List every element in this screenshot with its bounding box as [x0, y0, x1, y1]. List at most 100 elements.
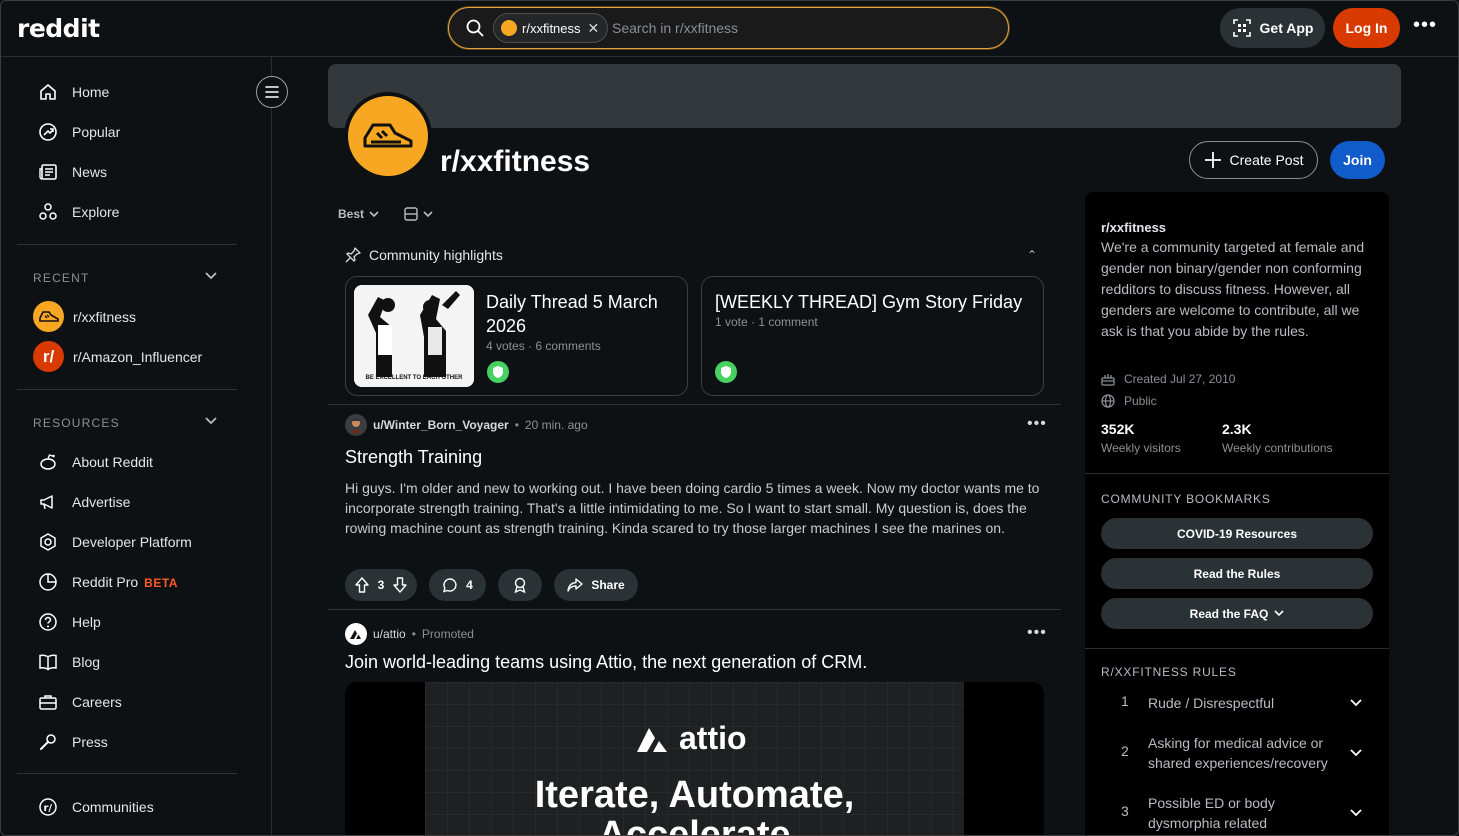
remove-scope-icon[interactable]: ✕ — [588, 20, 600, 37]
join-button[interactable]: Join — [1330, 141, 1385, 179]
rule-item[interactable]: 3 Possible ED or body dysmorphia related — [1101, 793, 1373, 835]
reddit-logo[interactable]: reddit — [17, 14, 100, 43]
ad-headline-2: Accelerate — [598, 814, 791, 836]
post-more-icon[interactable]: ••• — [1027, 624, 1047, 642]
bookmark-covid-button[interactable]: COVID-19 Resources — [1101, 518, 1373, 549]
nav-press[interactable]: Press — [38, 730, 108, 754]
recent-community-label: r/Amazon_Influencer — [73, 348, 203, 365]
create-post-button[interactable]: Create Post — [1189, 141, 1318, 179]
view-dropdown[interactable] — [404, 207, 434, 221]
search-input[interactable]: Search in r/xxfitness — [612, 20, 738, 36]
chevron-down-icon[interactable] — [204, 416, 218, 426]
promoted-author[interactable]: u/attio — [373, 627, 406, 641]
highlight-card[interactable]: [WEEKLY THREAD] Gym Story Friday 1 vote … — [701, 276, 1044, 396]
about-community-panel: r/xxfitness We're a community targeted a… — [1085, 192, 1389, 836]
about-title: r/xxfitness — [1101, 220, 1167, 235]
created-row: Created Jul 27, 2010 — [1101, 372, 1235, 386]
get-app-button[interactable]: Get App — [1220, 8, 1325, 48]
globe-icon — [1101, 394, 1115, 408]
resources-section-label[interactable]: RESOURCES — [33, 416, 120, 430]
subreddit-title: r/xxfitness — [440, 145, 591, 178]
highlight-card[interactable]: BE EXCELLENT TO EACH OTHER Daily Thread … — [345, 276, 688, 396]
community-highlights-label: Community highlights — [369, 247, 503, 263]
developer-icon — [40, 533, 56, 551]
comments-button[interactable]: 4 — [429, 569, 486, 601]
rule-item[interactable]: 1 Rude / Disrespectful — [1101, 693, 1373, 715]
nav-about-reddit[interactable]: About Reddit — [38, 450, 153, 474]
recent-section-label[interactable]: RECENT — [33, 271, 90, 285]
chevron-down-icon — [1274, 610, 1284, 617]
log-in-button[interactable]: Log In — [1333, 8, 1400, 48]
rule-item[interactable]: 2 Asking for medical advice or shared ex… — [1101, 733, 1373, 775]
home-icon — [40, 84, 56, 100]
award-icon — [514, 577, 526, 593]
feed-divider — [328, 404, 1061, 405]
search-scope-label: r/xxfitness — [522, 20, 581, 36]
nav-communities-label: Communities — [72, 799, 154, 815]
search-bar[interactable]: r/xxfitness ✕ Search in r/xxfitness — [448, 7, 1009, 49]
communities-icon: r/ — [39, 798, 57, 816]
chevron-down-icon — [369, 211, 379, 218]
nav-communities[interactable]: r/ Communities — [38, 795, 154, 819]
promoted-image[interactable]: attio Iterate, Automate, Accelerate — [345, 682, 1044, 836]
nav-blog[interactable]: Blog — [38, 650, 100, 674]
post-more-icon[interactable]: ••• — [1027, 415, 1047, 433]
chevron-up-icon[interactable]: ⌃ — [1027, 248, 1037, 262]
weekly-visitors-label: Weekly visitors — [1101, 441, 1181, 455]
megaphone-icon — [40, 495, 53, 510]
weekly-visitors-value: 352K — [1101, 421, 1135, 437]
promoted-post-meta: u/attio • Promoted — [345, 623, 474, 645]
award-button[interactable] — [498, 569, 542, 601]
share-button[interactable]: Share — [554, 569, 638, 601]
sidebar-divider — [17, 244, 237, 245]
bookmark-faq-button[interactable]: Read the FAQ — [1101, 598, 1373, 629]
post-author[interactable]: u/Winter_Born_Voyager — [373, 418, 509, 432]
nav-advertise[interactable]: Advertise — [38, 490, 130, 514]
nav-reddit-pro[interactable]: Reddit Pro BETA — [38, 570, 178, 594]
sneaker-icon — [363, 123, 413, 148]
recent-community-xxfitness[interactable]: r/xxfitness — [33, 301, 136, 332]
nav-careers[interactable]: Careers — [38, 690, 122, 714]
comment-count: 4 — [466, 578, 473, 592]
downvote-icon[interactable] — [392, 577, 408, 593]
sort-dropdown[interactable]: Best — [338, 207, 380, 221]
nav-news[interactable]: News — [38, 160, 107, 184]
nav-help[interactable]: Help — [38, 610, 101, 634]
nav-explore-label: Explore — [72, 204, 120, 220]
attio-brand: attio — [679, 720, 747, 756]
more-options-icon[interactable]: ••• — [1413, 14, 1437, 37]
chevron-down-icon — [1350, 699, 1362, 707]
rule-number: 2 — [1121, 743, 1129, 759]
community-highlights-header[interactable]: Community highlights — [345, 247, 503, 263]
post-title[interactable]: Strength Training — [345, 447, 482, 468]
recent-community-amazon-influencer[interactable]: r/ r/Amazon_Influencer — [33, 341, 202, 372]
sort-label: Best — [338, 207, 365, 221]
nav-explore[interactable]: Explore — [38, 200, 119, 224]
bookmark-label: COVID-19 Resources — [1176, 526, 1298, 541]
subreddit-avatar — [344, 92, 432, 180]
collapse-sidebar-button[interactable] — [256, 76, 288, 108]
mod-shield-icon — [715, 361, 737, 383]
sidebar-divider — [17, 773, 237, 774]
nav-developer-platform[interactable]: Developer Platform — [38, 530, 192, 554]
panel-divider — [1085, 473, 1389, 474]
search-scope-chip[interactable]: r/xxfitness ✕ — [493, 13, 609, 43]
chevron-down-icon[interactable] — [204, 271, 218, 281]
plus-icon — [1204, 152, 1221, 168]
rule-number: 1 — [1121, 693, 1129, 709]
post-body[interactable]: Hi guys. I'm older and new to working ou… — [345, 478, 1045, 538]
highlight-title: Daily Thread 5 March 2026 — [486, 292, 658, 336]
nav-home[interactable]: Home — [38, 80, 109, 104]
rule-text: Asking for medical advice or shared expe… — [1148, 735, 1328, 771]
visibility-row: Public — [1101, 394, 1157, 408]
nav-help-label: Help — [72, 614, 101, 630]
chevron-down-icon — [1350, 749, 1362, 757]
bookmark-rules-button[interactable]: Read the Rules — [1101, 558, 1373, 589]
attio-avatar[interactable] — [345, 623, 367, 645]
sidebar-divider — [17, 389, 237, 390]
user-avatar[interactable] — [345, 414, 367, 436]
nav-popular[interactable]: Popular — [38, 120, 120, 144]
create-post-label: Create Post — [1229, 152, 1304, 168]
promoted-title[interactable]: Join world-leading teams using Attio, th… — [345, 652, 867, 673]
upvote-icon[interactable] — [354, 577, 370, 593]
